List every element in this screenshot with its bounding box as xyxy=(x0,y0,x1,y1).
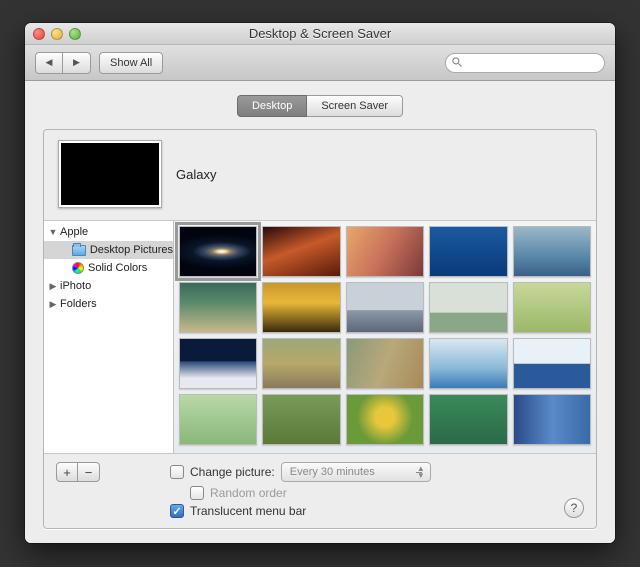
thumbnail[interactable] xyxy=(179,394,257,445)
wallpaper-preview xyxy=(58,140,162,208)
thumbnail[interactable] xyxy=(179,282,257,333)
interval-value: Every 30 minutes xyxy=(290,466,375,478)
thumbnail[interactable] xyxy=(346,338,424,389)
search-icon xyxy=(451,56,463,68)
add-button[interactable]: + xyxy=(56,462,78,482)
thumbnail[interactable] xyxy=(179,226,257,277)
sidebar-label: Apple xyxy=(60,226,88,238)
bottom-bar: + − Change picture: Every 30 minutes ▲▼ xyxy=(44,453,596,528)
window-controls xyxy=(25,28,81,40)
preferences-window: Desktop & Screen Saver ◀ ▶ Show All Desk… xyxy=(25,23,615,543)
popup-arrows-icon: ▲▼ xyxy=(417,465,425,479)
sidebar-item-apple[interactable]: ▼ Apple xyxy=(44,223,173,241)
help-button[interactable]: ? xyxy=(564,498,584,518)
nav-buttons: ◀ ▶ xyxy=(35,52,91,74)
sidebar-label: Folders xyxy=(60,298,97,310)
search-wrap xyxy=(445,53,605,73)
thumbnail[interactable] xyxy=(179,338,257,389)
change-picture-label: Change picture: xyxy=(190,465,275,479)
change-picture-row: Change picture: Every 30 minutes ▲▼ xyxy=(170,462,554,482)
remove-button[interactable]: − xyxy=(78,462,100,482)
random-order-checkbox xyxy=(190,486,204,500)
sidebar-item-iphoto[interactable]: ▶ iPhoto xyxy=(44,277,173,295)
thumbnail[interactable] xyxy=(513,226,591,277)
translucent-label: Translucent menu bar xyxy=(190,504,306,518)
close-icon[interactable] xyxy=(33,28,45,40)
interval-popup[interactable]: Every 30 minutes ▲▼ xyxy=(281,462,431,482)
tab-desktop[interactable]: Desktop xyxy=(237,95,307,117)
color-wheel-icon xyxy=(72,262,84,274)
forward-button[interactable]: ▶ xyxy=(63,52,91,74)
sidebar-item-solid-colors[interactable]: Solid Colors xyxy=(44,259,173,277)
wallpaper-name: Galaxy xyxy=(176,167,216,182)
thumbnail[interactable] xyxy=(513,338,591,389)
thumbnail[interactable] xyxy=(262,338,340,389)
disclosure-right-icon: ▶ xyxy=(48,281,58,292)
desktop-panel: Galaxy ▼ Apple Desktop Pictures Solid Co… xyxy=(43,129,597,529)
tab-screensaver[interactable]: Screen Saver xyxy=(307,95,403,117)
change-picture-checkbox[interactable] xyxy=(170,465,184,479)
mid-row: ▼ Apple Desktop Pictures Solid Colors ▶ … xyxy=(44,220,596,453)
thumbnail[interactable] xyxy=(513,394,591,445)
random-order-label: Random order xyxy=(210,486,287,500)
translucent-checkbox[interactable] xyxy=(170,504,184,518)
folder-icon xyxy=(72,245,86,256)
zoom-icon[interactable] xyxy=(69,28,81,40)
thumbnail[interactable] xyxy=(346,282,424,333)
back-button[interactable]: ◀ xyxy=(35,52,63,74)
thumbnail[interactable] xyxy=(429,394,507,445)
tabs: Desktop Screen Saver xyxy=(43,95,597,117)
toolbar: ◀ ▶ Show All xyxy=(25,45,615,81)
thumbnail[interactable] xyxy=(429,338,507,389)
thumbnail-grid xyxy=(174,221,596,453)
thumbnail[interactable] xyxy=(429,226,507,277)
thumbnail[interactable] xyxy=(262,394,340,445)
thumbnail[interactable] xyxy=(262,282,340,333)
thumbnail[interactable] xyxy=(346,226,424,277)
sidebar-label: iPhoto xyxy=(60,280,91,292)
content: Desktop Screen Saver Galaxy ▼ Apple Desk… xyxy=(25,81,615,543)
show-all-button[interactable]: Show All xyxy=(99,52,163,74)
thumbnail[interactable] xyxy=(429,282,507,333)
titlebar[interactable]: Desktop & Screen Saver xyxy=(25,23,615,45)
source-sidebar[interactable]: ▼ Apple Desktop Pictures Solid Colors ▶ … xyxy=(44,221,174,453)
sidebar-item-desktop-pictures[interactable]: Desktop Pictures xyxy=(44,241,173,259)
forward-icon: ▶ xyxy=(73,57,80,68)
thumbnail[interactable] xyxy=(346,394,424,445)
minimize-icon[interactable] xyxy=(51,28,63,40)
thumbnail[interactable] xyxy=(262,226,340,277)
thumbnail[interactable] xyxy=(513,282,591,333)
random-order-row: Random order xyxy=(170,486,554,500)
search-input[interactable] xyxy=(445,53,605,73)
back-icon: ◀ xyxy=(46,57,53,68)
sidebar-label: Desktop Pictures xyxy=(90,244,173,256)
window-title: Desktop & Screen Saver xyxy=(25,26,615,41)
preview-row: Galaxy xyxy=(44,130,596,220)
add-remove: + − xyxy=(56,462,100,518)
disclosure-down-icon: ▼ xyxy=(48,227,58,237)
sidebar-label: Solid Colors xyxy=(88,262,147,274)
sidebar-item-folders[interactable]: ▶ Folders xyxy=(44,295,173,313)
disclosure-right-icon: ▶ xyxy=(48,299,58,310)
options: Change picture: Every 30 minutes ▲▼ Rand… xyxy=(170,462,554,518)
translucent-row: Translucent menu bar xyxy=(170,504,554,518)
